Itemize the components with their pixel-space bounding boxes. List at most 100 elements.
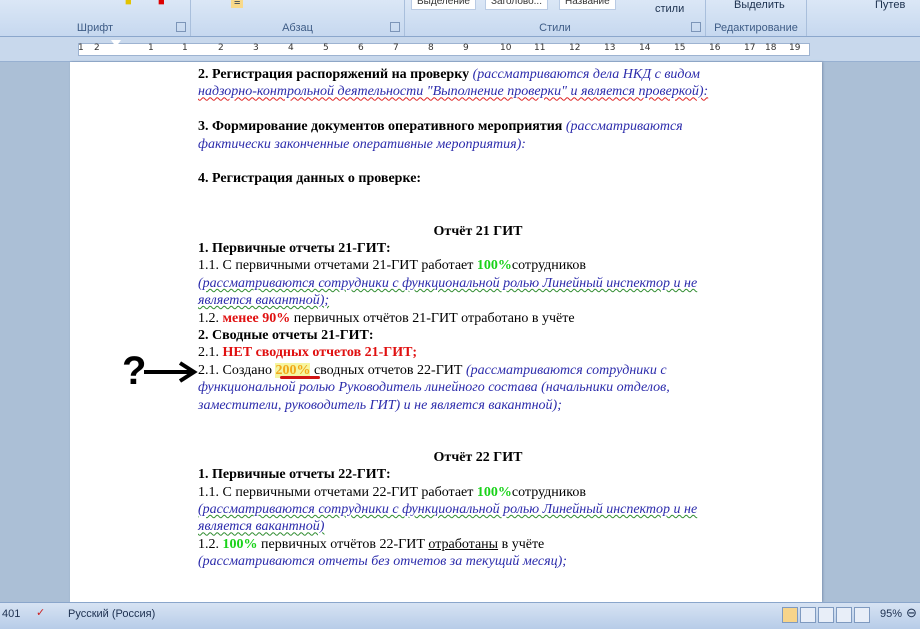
doc-line: 1.1. С первичными отчетами 21-ГИТ работа… bbox=[198, 257, 758, 274]
report-title: Отчёт 22 ГИТ bbox=[433, 449, 523, 465]
zoom-out-icon[interactable]: ⊖ bbox=[906, 605, 917, 621]
extra-group: Путев bbox=[807, 0, 920, 36]
draft-view-button[interactable] bbox=[854, 607, 870, 623]
doc-line: Отчёт 22 ГИТ bbox=[198, 449, 758, 466]
doc-text: 1.2. bbox=[198, 536, 223, 552]
doc-heading: 2. Регистрация распоряжений на проверку bbox=[198, 67, 470, 82]
doc-note: (рассматриваются дела НКД с видом bbox=[469, 67, 700, 82]
ruler-number: 1 bbox=[148, 43, 154, 53]
ruler-number: 5 bbox=[323, 43, 329, 53]
font-red-color-icon[interactable]: ■ bbox=[158, 0, 165, 8]
doc-line: 1.1. С первичными отчетами 22-ГИТ работа… bbox=[198, 484, 758, 501]
arrow-annotation-icon bbox=[144, 361, 198, 383]
doc-line: (рассматриваются отчеты без отчетов за т… bbox=[198, 553, 758, 570]
font-group: ■ ■ Шрифт bbox=[0, 0, 191, 36]
ruler-number: 11 bbox=[534, 43, 546, 53]
doc-line: 1. Первичные отчеты 22-ГИТ: bbox=[198, 466, 758, 483]
ruler-number: 1 bbox=[78, 43, 84, 53]
doc-line: 4. Регистрация данных о проверке: bbox=[198, 170, 758, 187]
status-bar: 401 ✓ Русский (Россия) 95% ⊖ bbox=[0, 602, 920, 629]
ruler-number: 13 bbox=[604, 43, 616, 53]
word-count[interactable]: 401 bbox=[2, 608, 20, 620]
ruler-number: 3 bbox=[253, 43, 259, 53]
warning-text: НЕТ сводных отчетов 21-ГИТ; bbox=[222, 345, 418, 361]
zoom-level[interactable]: 95% bbox=[880, 608, 902, 620]
style-item[interactable]: Название bbox=[559, 0, 616, 10]
doc-line: 1.2. 100% первичных отчётов 22-ГИТ отраб… bbox=[198, 536, 758, 553]
ruler-number: 6 bbox=[358, 43, 364, 53]
select-button[interactable]: Выделить bbox=[734, 0, 785, 11]
document-text[interactable]: 2. Регистрация распоряжений на проверку … bbox=[198, 66, 758, 571]
doc-note: заместители, руководитель ГИТ) и не явля… bbox=[198, 397, 562, 413]
doc-note: надзорно-контрольной деятельности "Выпол… bbox=[198, 84, 709, 100]
doc-text: первичных отчётов 21-ГИТ отработано в уч… bbox=[290, 310, 575, 326]
styles-group-label: Стили bbox=[539, 22, 571, 34]
paragraph-group-label: Абзац bbox=[282, 22, 313, 34]
navigation-button[interactable]: Путев bbox=[875, 0, 905, 11]
doc-line: Отчёт 21 ГИТ bbox=[198, 223, 758, 240]
change-styles-button[interactable]: стили bbox=[655, 3, 684, 15]
doc-text: 2.1. bbox=[198, 345, 223, 361]
doc-line: 3. Формирование документов оперативного … bbox=[198, 118, 758, 135]
ruler-number: 14 bbox=[639, 43, 651, 53]
doc-note: является вакантной) bbox=[198, 519, 325, 535]
percent-value: 100% bbox=[476, 484, 512, 500]
language-indicator[interactable]: Русский (Россия) bbox=[68, 608, 155, 620]
ruler-number: 10 bbox=[500, 43, 512, 53]
ribbon: ■ ■ Шрифт ≡ Абзац Выделение Заголово... … bbox=[0, 0, 920, 37]
horizontal-ruler[interactable]: 1 2 1 1 2 3 4 5 6 7 8 9 10 11 12 13 14 1… bbox=[0, 37, 920, 62]
doc-line: заместители, руководитель ГИТ) и не явля… bbox=[198, 397, 758, 414]
percent-value: 100% bbox=[476, 258, 512, 274]
font-color-icon[interactable]: ■ bbox=[125, 0, 132, 8]
doc-text: сводных отчетов 22-ГИТ bbox=[310, 362, 466, 378]
ruler-number: 9 bbox=[463, 43, 469, 53]
ruler-number: 15 bbox=[674, 43, 686, 53]
editing-group: Выделить Редактирование bbox=[706, 0, 807, 36]
styles-group: Выделение Заголово... Название стили Сти… bbox=[405, 0, 706, 36]
full-screen-view-button[interactable] bbox=[800, 607, 816, 623]
doc-heading: 1. Первичные отчеты 22-ГИТ: bbox=[198, 467, 391, 483]
ruler-strip bbox=[78, 43, 810, 56]
doc-text: в учёте bbox=[498, 536, 545, 552]
doc-line: 1. Первичные отчеты 21-ГИТ: bbox=[198, 240, 758, 257]
paragraph-group: ≡ Абзац bbox=[191, 0, 405, 36]
document-page[interactable]: 2. Регистрация распоряжений на проверку … bbox=[70, 62, 822, 602]
doc-note: (рассматриваются отчеты без отчетов за т… bbox=[198, 554, 567, 570]
doc-note: является вакантной); bbox=[198, 293, 330, 309]
doc-line: (рассматриваются сотрудники с функционал… bbox=[198, 275, 758, 292]
indent-marker-icon[interactable] bbox=[111, 40, 121, 47]
doc-text: сотрудников bbox=[511, 258, 586, 274]
doc-heading: 1. Первичные отчеты 21-ГИТ: bbox=[198, 241, 391, 256]
ruler-number: 8 bbox=[428, 43, 434, 53]
styles-dialog-launcher-icon[interactable] bbox=[691, 22, 701, 32]
doc-heading: 4. Регистрация данных о проверке: bbox=[198, 171, 422, 187]
doc-note: (рассматриваются сотрудники с функционал… bbox=[198, 275, 698, 291]
outline-view-button[interactable] bbox=[836, 607, 852, 623]
doc-note: (рассматриваются сотрудники с bbox=[465, 362, 667, 378]
editing-group-label: Редактирование bbox=[714, 22, 798, 34]
doc-line: надзорно-контрольной деятельности "Выпол… bbox=[198, 83, 758, 100]
percent-value: менее 90% bbox=[222, 310, 291, 326]
paragraph-dialog-launcher-icon[interactable] bbox=[390, 22, 400, 32]
doc-note: фактически законченные оперативные мероп… bbox=[198, 136, 526, 152]
ruler-number: 12 bbox=[569, 43, 581, 53]
doc-line: является вакантной); bbox=[198, 292, 758, 309]
doc-text: 1.1. С первичными отчетами 22-ГИТ работа… bbox=[198, 484, 477, 500]
web-layout-view-button[interactable] bbox=[818, 607, 834, 623]
doc-text: первичных отчётов 22-ГИТ bbox=[257, 536, 429, 552]
align-center-icon[interactable]: ≡ bbox=[231, 0, 244, 8]
doc-line: 1.2. менее 90% первичных отчётов 21-ГИТ … bbox=[198, 310, 758, 327]
doc-line: фактически законченные оперативные мероп… bbox=[198, 136, 758, 153]
doc-line: функциональной ролью Руководитель линейн… bbox=[198, 379, 758, 396]
ruler-number: 1 bbox=[182, 43, 188, 53]
style-item[interactable]: Выделение bbox=[411, 0, 476, 10]
document-area: 2. Регистрация распоряжений на проверку … bbox=[0, 62, 920, 602]
style-item[interactable]: Заголово... bbox=[485, 0, 548, 10]
doc-note: функциональной ролью Руководитель линейн… bbox=[198, 380, 670, 396]
print-layout-view-button[interactable] bbox=[782, 607, 798, 623]
doc-line: 2. Регистрация распоряжений на проверку … bbox=[198, 66, 758, 83]
spellcheck-icon[interactable]: ✓ bbox=[36, 606, 45, 619]
ruler-number: 7 bbox=[393, 43, 399, 53]
font-dialog-launcher-icon[interactable] bbox=[176, 22, 186, 32]
doc-line: (рассматриваются сотрудники с функционал… bbox=[198, 501, 758, 518]
